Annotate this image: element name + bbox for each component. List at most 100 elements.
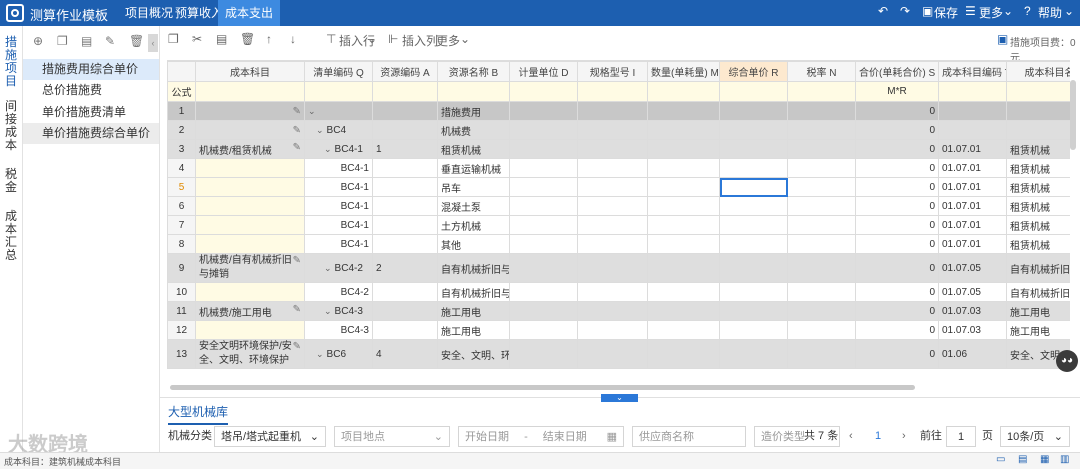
tax-rate-cell[interactable] xyxy=(787,177,856,197)
unit-cell[interactable] xyxy=(509,320,578,340)
spec-cell[interactable] xyxy=(577,196,648,216)
list-code-cell[interactable]: ⌄ BC6 xyxy=(304,339,373,369)
col-header[interactable]: 资源名称 B xyxy=(437,61,510,82)
amount-cell[interactable]: 0 xyxy=(855,139,939,159)
quantity-cell[interactable] xyxy=(647,177,720,197)
subject-code-cell[interactable]: 01.07.05 xyxy=(938,253,1007,283)
unit-cell[interactable] xyxy=(509,282,578,302)
subject-name-cell[interactable]: 租赁机械 xyxy=(1006,139,1070,159)
list-code-cell[interactable]: ⌄ BC4-1 xyxy=(304,139,373,159)
formula-cell[interactable] xyxy=(647,81,720,102)
amount-cell[interactable]: 0 xyxy=(855,177,939,197)
subject-name-cell[interactable]: 施工用电 xyxy=(1006,301,1070,321)
quantity-cell[interactable] xyxy=(647,282,720,302)
list-code-cell[interactable]: BC4-1 xyxy=(304,158,373,178)
edit-icon[interactable]: ✎ xyxy=(293,142,301,153)
layout-icon[interactable]: ▥ xyxy=(1060,454,1069,465)
paste-icon[interactable]: ▤ xyxy=(81,34,92,48)
cost-subject-cell[interactable] xyxy=(195,196,305,216)
resource-code-cell[interactable] xyxy=(372,158,438,178)
formula-cell[interactable] xyxy=(437,81,510,102)
resource-code-cell[interactable]: 4 xyxy=(372,339,438,369)
unit-price-cell[interactable] xyxy=(719,234,788,254)
col-header[interactable]: 资源编码 A xyxy=(372,61,438,82)
quantity-cell[interactable] xyxy=(647,196,720,216)
amount-cell[interactable]: 0 xyxy=(855,101,939,121)
row-number[interactable]: 2 xyxy=(167,120,196,140)
undo-icon[interactable]: ↶ xyxy=(878,4,888,18)
cost-subject-cell[interactable] xyxy=(195,215,305,235)
help-button[interactable]: 帮助 xyxy=(1038,4,1062,21)
list-code-cell[interactable]: BC4-1 xyxy=(304,215,373,235)
cost-subject-cell[interactable] xyxy=(195,282,305,302)
spec-cell[interactable] xyxy=(577,177,648,197)
tree-item-measure-unit-price[interactable]: 措施费用综合单价 xyxy=(23,59,159,80)
subject-code-cell[interactable]: 01.07.01 xyxy=(938,158,1007,178)
redo-icon[interactable]: ↷ xyxy=(900,4,910,18)
sidebar-item-cost-summary[interactable]: 成本汇总 xyxy=(3,210,19,262)
amount-cell[interactable]: 0 xyxy=(855,301,939,321)
subject-name-cell[interactable] xyxy=(1006,120,1070,140)
quantity-cell[interactable] xyxy=(647,253,720,283)
resource-name-cell[interactable]: 土方机械 xyxy=(437,215,510,235)
next-page-icon[interactable]: › xyxy=(902,426,906,447)
edit-icon[interactable]: ✎ xyxy=(293,255,301,269)
quantity-cell[interactable] xyxy=(647,234,720,254)
subject-code-cell[interactable]: 01.07.01 xyxy=(938,139,1007,159)
spec-cell[interactable] xyxy=(577,101,648,121)
row-number[interactable]: 10 xyxy=(167,282,196,302)
add-icon[interactable]: ⊕ xyxy=(33,34,43,48)
unit-cell[interactable] xyxy=(509,101,578,121)
subject-name-cell[interactable]: 自有机械折旧与... xyxy=(1006,282,1070,302)
panel-splitter-handle[interactable]: ⌄ xyxy=(601,394,638,402)
resource-name-cell[interactable]: 施工用电 xyxy=(437,301,510,321)
resource-name-cell[interactable]: 安全、文明、环... xyxy=(437,339,510,369)
cost-subject-cell[interactable] xyxy=(195,177,305,197)
subject-name-cell[interactable]: 自有机械折旧与... xyxy=(1006,253,1070,283)
resource-name-cell[interactable]: 施工用电 xyxy=(437,320,510,340)
resource-code-cell[interactable] xyxy=(372,234,438,254)
col-header[interactable]: 数量(单耗量) M xyxy=(647,61,720,82)
sidebar-item-measures[interactable]: 措施项目 xyxy=(3,36,19,88)
spec-cell[interactable] xyxy=(577,234,648,254)
list-code-cell[interactable]: BC4-1 xyxy=(304,177,373,197)
resource-code-cell[interactable] xyxy=(372,282,438,302)
unit-price-cell[interactable] xyxy=(719,301,788,321)
col-header[interactable]: 成本科目名称 U xyxy=(1006,61,1070,82)
chevron-down-icon[interactable]: ⌄ xyxy=(308,263,332,273)
formula-cell[interactable] xyxy=(1006,81,1070,102)
vertical-scrollbar[interactable] xyxy=(1070,80,1076,150)
copy-icon[interactable]: ❐ xyxy=(168,32,179,46)
unit-price-cell[interactable] xyxy=(719,215,788,235)
resource-code-cell[interactable] xyxy=(372,301,438,321)
row-number[interactable]: 8 xyxy=(167,234,196,254)
unit-price-cell[interactable] xyxy=(719,339,788,369)
chevron-down-icon[interactable]: ⌄ xyxy=(308,125,324,135)
col-header[interactable]: 成本科目编码 T xyxy=(938,61,1007,82)
resource-code-cell[interactable] xyxy=(372,101,438,121)
edit-icon[interactable]: ✎ xyxy=(293,106,301,117)
layout-icon[interactable]: ▦ xyxy=(1040,454,1049,465)
subject-code-cell[interactable] xyxy=(938,101,1007,121)
spec-cell[interactable] xyxy=(577,253,648,283)
chevron-down-icon[interactable]: ⌄ xyxy=(308,106,316,116)
horizontal-scrollbar[interactable] xyxy=(170,385,915,390)
subject-name-cell[interactable]: 租赁机械 xyxy=(1006,158,1070,178)
subject-code-cell[interactable]: 01.06 xyxy=(938,339,1007,369)
col-header[interactable]: 综合单价 R xyxy=(719,61,788,82)
chevron-down-icon[interactable]: ⌄ xyxy=(308,144,332,154)
quantity-cell[interactable] xyxy=(647,320,720,340)
resource-name-cell[interactable]: 机械费 xyxy=(437,120,510,140)
unit-cell[interactable] xyxy=(509,139,578,159)
unit-cell[interactable] xyxy=(509,177,578,197)
formula-value[interactable]: M*R xyxy=(855,81,939,102)
tax-rate-cell[interactable] xyxy=(787,139,856,159)
sidebar-item-indirect-cost[interactable]: 间接成本 xyxy=(3,100,19,152)
row-number[interactable]: 13 xyxy=(167,339,196,369)
formula-cell[interactable] xyxy=(938,81,1007,102)
col-header[interactable]: 成本科目 xyxy=(195,61,305,82)
subject-name-cell[interactable]: 租赁机械 xyxy=(1006,177,1070,197)
quantity-cell[interactable] xyxy=(647,101,720,121)
move-down-icon[interactable]: ↓ xyxy=(290,32,296,46)
tax-rate-cell[interactable] xyxy=(787,158,856,178)
